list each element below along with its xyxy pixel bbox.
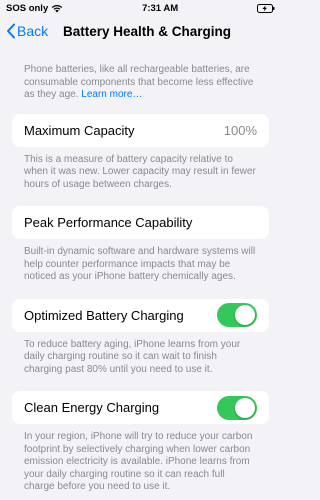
status-bar: SOS only 7:31 AM (0, 0, 281, 16)
learn-more-link[interactable]: Learn more… (81, 89, 142, 100)
page-title: Battery Health & Charging (63, 23, 232, 39)
optimized-charging-footnote: To reduce battery aging, iPhone learns f… (24, 338, 241, 375)
wifi-icon (51, 4, 63, 13)
battery-icon (257, 3, 275, 13)
status-left: SOS only (6, 3, 63, 14)
maximum-capacity-label: Maximum Capacity (24, 122, 135, 138)
back-button[interactable]: Back (6, 23, 48, 39)
clean-energy-label: Clean Energy Charging (24, 400, 160, 415)
clean-energy-footnote: In your region, iPhone will try to reduc… (24, 431, 253, 492)
status-time: 7:31 AM (142, 2, 179, 14)
maximum-capacity-value: 100% (223, 122, 257, 138)
clean-energy-toggle[interactable] (217, 395, 257, 420)
peak-performance-footnote: Built-in dynamic software and hardware s… (24, 246, 256, 282)
maximum-capacity-row: Maximum Capacity 100% (12, 113, 269, 147)
optimized-charging-toggle[interactable] (217, 303, 257, 327)
maximum-capacity-footnote: This is a measure of battery capacity re… (24, 153, 256, 190)
clean-energy-row: Clean Energy Charging (12, 391, 269, 424)
toggle-knob (235, 305, 255, 325)
peak-performance-row[interactable]: Peak Performance Capability (12, 206, 269, 239)
intro-text: Phone batteries, like all rechargeable b… (0, 64, 281, 102)
carrier-label: SOS only (6, 2, 49, 14)
back-label: Back (17, 23, 49, 39)
toggle-knob (235, 397, 255, 418)
peak-performance-label: Peak Performance Capability (24, 215, 193, 230)
chevron-left-icon (6, 23, 16, 39)
optimized-charging-label: Optimized Battery Charging (24, 307, 184, 323)
navigation-bar: Back Battery Health & Charging (0, 16, 281, 46)
optimized-charging-row: Optimized Battery Charging (12, 298, 269, 332)
